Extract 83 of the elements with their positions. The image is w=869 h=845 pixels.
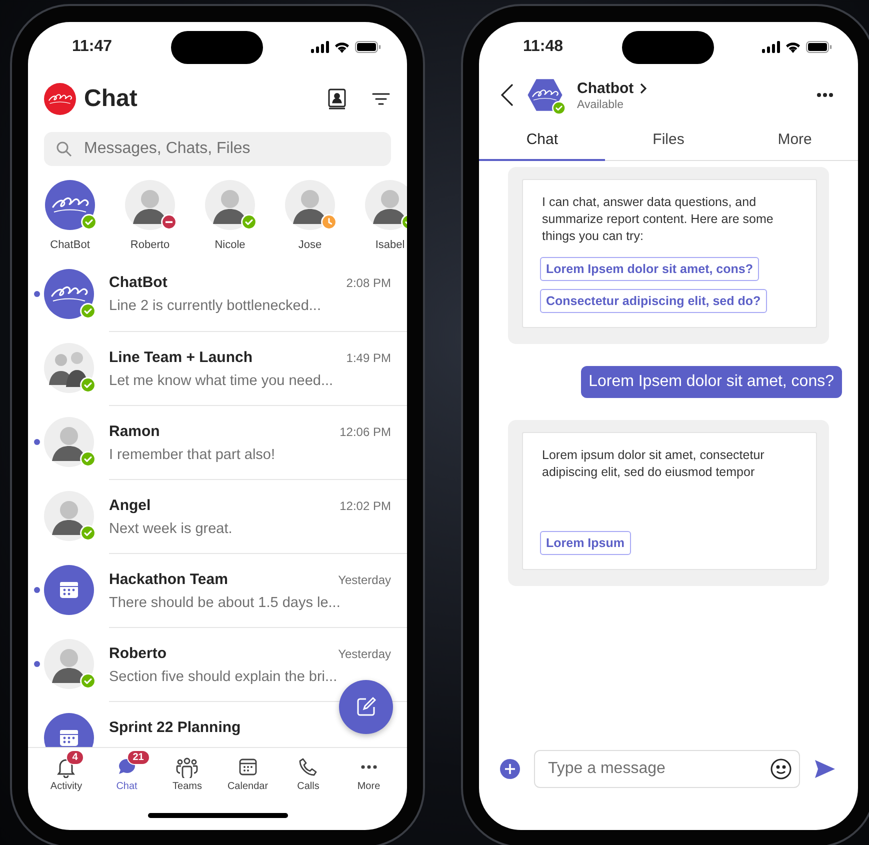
tab[interactable]: More bbox=[732, 120, 858, 161]
more-icon bbox=[360, 765, 377, 769]
contact-name[interactable]: Nicole bbox=[214, 239, 246, 251]
battery-icon bbox=[806, 41, 832, 53]
count-badge: 21 bbox=[126, 750, 150, 765]
nav-tab[interactable]: Activity 4 bbox=[36, 748, 96, 800]
wifi-icon bbox=[334, 41, 350, 53]
message-preview: Next week is great. bbox=[109, 520, 234, 536]
suggestion-button[interactable]: Lorem Ipsum bbox=[540, 531, 630, 555]
person-avatar bbox=[365, 180, 407, 230]
compose-button[interactable] bbox=[339, 680, 393, 734]
person-avatar bbox=[44, 417, 94, 467]
chevron-icon bbox=[640, 82, 647, 94]
chat-time: 2:08 PM bbox=[346, 276, 391, 290]
contact-name[interactable]: Isabel bbox=[375, 239, 405, 251]
chat-name[interactable]: Line Team + Launch bbox=[109, 348, 253, 366]
message-preview: There should be about 1.5 days le... bbox=[109, 594, 342, 610]
chat-name[interactable]: ChatBot bbox=[109, 274, 168, 291]
chat-name[interactable]: Roberto bbox=[109, 644, 166, 662]
message-preview: Section five should explain the bri... bbox=[109, 668, 338, 684]
calendar-avatar bbox=[44, 565, 94, 615]
send-button[interactable] bbox=[814, 759, 836, 779]
chat-time: Yesterday bbox=[338, 572, 391, 586]
contact-card-icon[interactable] bbox=[327, 88, 347, 110]
message-preview: Line 2 is currently bottlenecked... bbox=[109, 298, 322, 314]
group-avatar bbox=[44, 343, 94, 393]
logo-avatar bbox=[44, 269, 94, 319]
calendar-icon bbox=[236, 756, 259, 778]
signal-icon bbox=[762, 41, 780, 53]
nav-tab[interactable]: Calls bbox=[278, 748, 338, 800]
search-icon bbox=[56, 141, 72, 157]
person-avatar bbox=[285, 180, 335, 230]
message-text: Lorem ipsum dolor sit amet, consectetur adipiscing elit, sed do eiusmod tempor bbox=[542, 447, 766, 481]
message-field[interactable]: Type a message bbox=[534, 750, 800, 788]
chat-name[interactable]: Angel bbox=[109, 496, 151, 514]
nav-tab[interactable]: Chat 21 bbox=[96, 748, 157, 800]
status-time: 11:47 bbox=[72, 38, 114, 56]
back-button[interactable] bbox=[501, 84, 513, 106]
bot-avatar bbox=[527, 77, 563, 113]
add-button[interactable] bbox=[500, 759, 520, 779]
status-time: 11:48 bbox=[523, 38, 564, 56]
more-icon[interactable] bbox=[816, 92, 834, 98]
chat-name[interactable]: Ramon bbox=[109, 422, 160, 440]
tab[interactable]: Files bbox=[605, 120, 732, 161]
chat-time: 1:49 PM bbox=[346, 350, 391, 364]
message-text: I can chat, answer data questions, and summarize report content. Here are some things you can try: bbox=[542, 194, 774, 245]
message-preview: Let me know what time you need... bbox=[109, 372, 334, 388]
tab[interactable]: Chat bbox=[479, 120, 606, 161]
message-preview: I remember that part also! bbox=[109, 446, 276, 462]
chat-name[interactable]: Hackathon Team bbox=[109, 570, 228, 588]
phone-icon bbox=[297, 756, 320, 778]
contact-title[interactable]: Chatbot bbox=[577, 80, 634, 96]
battery-icon bbox=[355, 41, 381, 53]
contact-name[interactable]: Roberto bbox=[130, 239, 170, 251]
nav-tab[interactable]: Teams bbox=[157, 748, 218, 800]
chat-time: Yesterday bbox=[338, 646, 391, 660]
emoji-icon[interactable] bbox=[770, 758, 792, 780]
people-icon bbox=[175, 756, 200, 778]
search-field[interactable]: Messages, Chats, Files bbox=[44, 132, 391, 166]
signal-icon bbox=[311, 41, 329, 53]
chat-name[interactable]: Sprint 22 Planning bbox=[109, 718, 241, 736]
compose-icon bbox=[355, 696, 377, 718]
screen-title: Chat bbox=[84, 85, 138, 113]
chat-time: 12:02 PM bbox=[340, 498, 391, 512]
nav-tab[interactable]: More bbox=[338, 748, 399, 800]
sent-message: Lorem Ipsem dolor sit amet, cons? bbox=[580, 366, 842, 398]
contact-name[interactable]: Jose bbox=[298, 239, 322, 251]
person-avatar bbox=[44, 491, 94, 541]
wifi-icon bbox=[785, 41, 801, 53]
presence-status: Available bbox=[577, 98, 624, 110]
filter-icon[interactable] bbox=[371, 91, 391, 107]
suggestion-button[interactable]: Lorem Ipsem dolor sit amet, cons? bbox=[540, 257, 759, 281]
contact-name[interactable]: ChatBot bbox=[50, 239, 90, 251]
logo-avatar bbox=[45, 180, 95, 230]
person-avatar bbox=[44, 639, 94, 689]
count-badge: 4 bbox=[66, 750, 84, 765]
suggestion-button[interactable]: Consectetur adipiscing elit, sed do? bbox=[540, 289, 767, 313]
nav-tab[interactable]: Calendar bbox=[218, 748, 278, 800]
person-avatar bbox=[205, 180, 255, 230]
chat-time: 12:06 PM bbox=[340, 424, 391, 438]
person-avatar bbox=[125, 180, 175, 230]
search-input[interactable]: Messages, Chats, Files bbox=[82, 139, 379, 159]
logo-icon bbox=[44, 83, 76, 115]
